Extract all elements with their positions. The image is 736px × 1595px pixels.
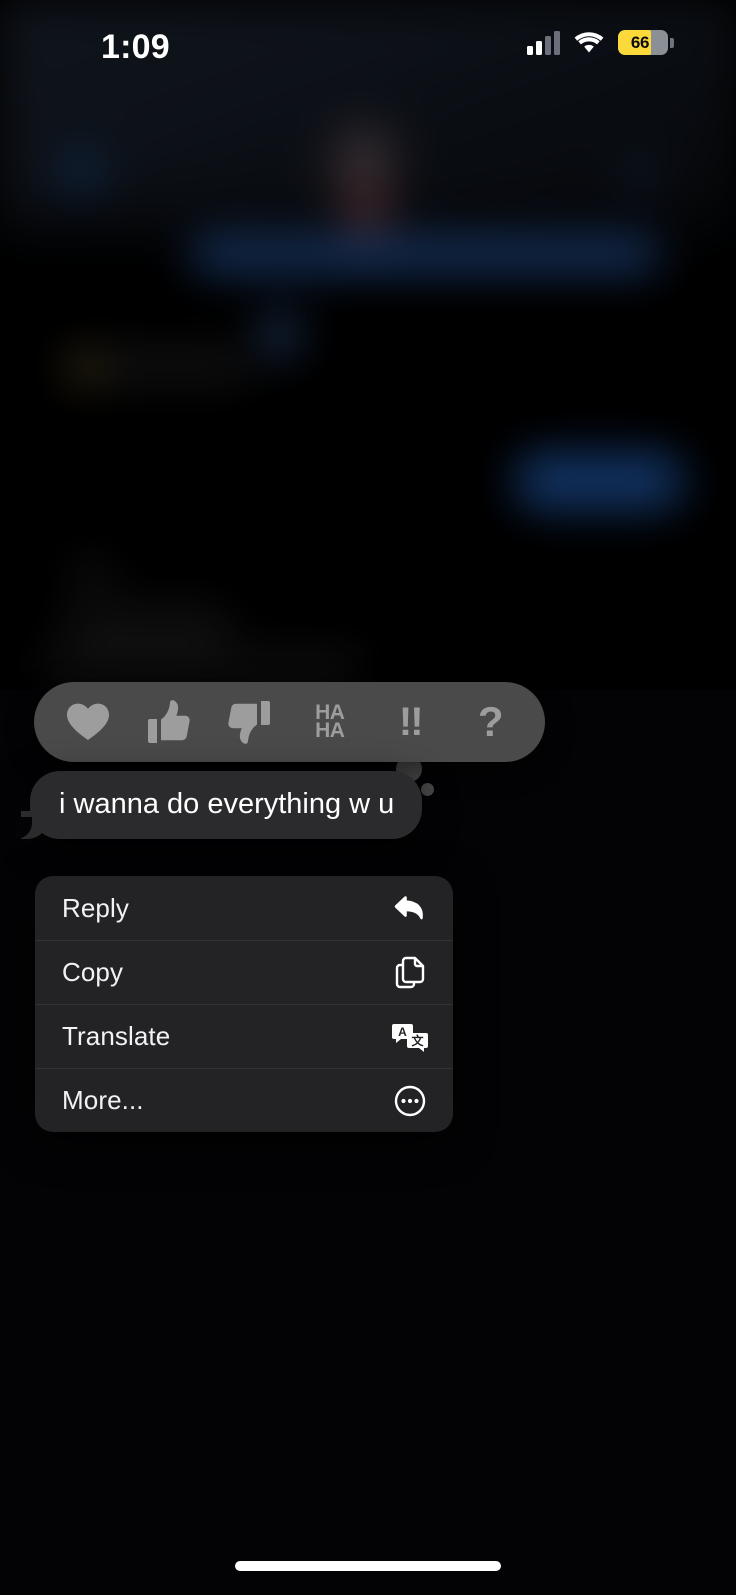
- battery-percentage: 66: [630, 32, 650, 52]
- reaction-bar-tail-small: [421, 783, 434, 796]
- status-bar: 1:09 66: [0, 0, 736, 95]
- tapback-thumbs-up-button[interactable]: [138, 691, 200, 753]
- context-menu-item-translate[interactable]: Translate A 文: [35, 1004, 453, 1068]
- ellipsis-circle-icon: [392, 1083, 428, 1119]
- tapback-question-glyph: ?: [477, 698, 504, 745]
- context-menu-item-reply[interactable]: Reply: [35, 876, 453, 940]
- status-bar-indicators: 66: [527, 30, 674, 55]
- context-menu-label-more: More...: [62, 1085, 144, 1115]
- messages-context-menu-screen: 1:09 66 HA HA !! ? i wanna do everything…: [0, 0, 736, 1595]
- context-menu-item-more[interactable]: More...: [35, 1068, 453, 1132]
- context-menu-label-copy: Copy: [62, 957, 124, 987]
- tapback-exclamation-glyph: !!: [398, 700, 424, 744]
- wifi-icon: [574, 31, 604, 54]
- tapback-haha-button[interactable]: HA HA: [299, 691, 361, 753]
- tapback-question-button[interactable]: ?: [460, 691, 522, 753]
- copy-documents-icon: [392, 955, 428, 991]
- status-bar-clock: 1:09: [101, 28, 170, 66]
- tapback-thumbs-down-button[interactable]: [218, 691, 280, 753]
- battery-icon: 66: [618, 30, 674, 55]
- focused-message-bubble[interactable]: i wanna do everything w u: [15, 771, 423, 840]
- translate-bubbles-icon: A 文: [392, 1019, 428, 1055]
- tapback-haha-line2: HA: [315, 719, 345, 742]
- focused-message-text: i wanna do everything w u: [59, 788, 395, 820]
- tapback-exclamation-button[interactable]: !!: [379, 691, 441, 753]
- svg-text:A: A: [398, 1025, 407, 1039]
- tapback-heart-button[interactable]: [57, 691, 119, 753]
- svg-text:文: 文: [411, 1033, 424, 1048]
- home-indicator[interactable]: [235, 1561, 501, 1571]
- tapback-reaction-bar[interactable]: HA HA !! ?: [34, 682, 545, 762]
- context-menu-item-copy[interactable]: Copy: [35, 940, 453, 1004]
- reply-arrow-icon: [392, 890, 428, 926]
- message-context-menu: Reply Copy Translate A 文 More...: [35, 876, 453, 1132]
- context-menu-label-reply: Reply: [62, 892, 129, 923]
- context-menu-label-translate: Translate: [62, 1021, 171, 1051]
- cellular-bars-icon: [527, 30, 560, 55]
